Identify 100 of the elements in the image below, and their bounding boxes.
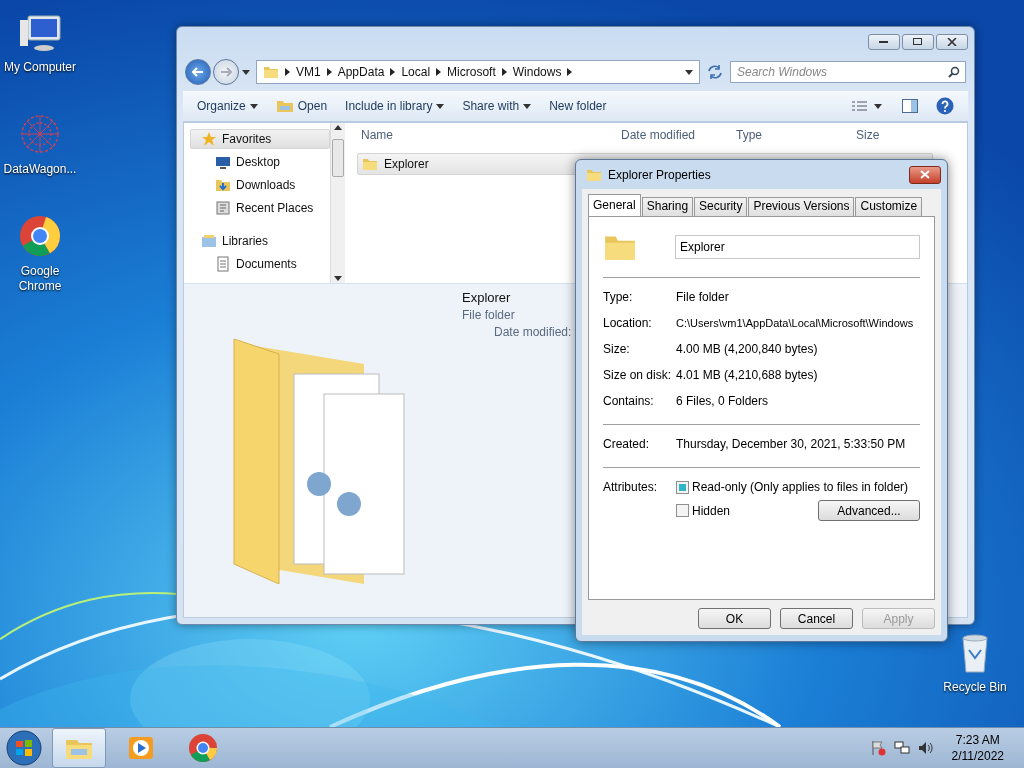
property-label: Created: (603, 437, 651, 451)
desktop-icon (215, 154, 231, 170)
date-label: Date modified: (494, 325, 572, 339)
tab[interactable]: General (588, 194, 641, 217)
caret-icon (523, 103, 532, 109)
property-label: Type: (603, 290, 634, 304)
column-header[interactable]: Date modified (621, 128, 736, 142)
close-icon (947, 38, 957, 46)
close-icon (920, 170, 930, 179)
property-value: Thursday, December 30, 2021, 5:33:50 PM (676, 437, 906, 451)
breadcrumb-item[interactable]: Microsoft (447, 65, 496, 79)
desktop-icon-label: Recycle Bin (943, 680, 1007, 695)
volume-icon[interactable] (917, 740, 934, 756)
breadcrumb-item[interactable]: VM1 (296, 65, 321, 79)
back-arrow-icon (192, 67, 204, 77)
view-options-icon[interactable] (852, 100, 884, 112)
browser-icon (187, 732, 219, 764)
search-icon[interactable] (948, 66, 960, 78)
property-value: 4.01 MB (4,210,688 bytes) (676, 368, 818, 382)
desktop-icon-label: DataWagon... (3, 162, 77, 177)
help-icon[interactable] (936, 97, 954, 115)
minimize-icon (879, 40, 889, 44)
checkbox[interactable] (676, 504, 689, 517)
checkbox-label[interactable]: Hidden (692, 503, 815, 518)
column-header[interactable]: Name (361, 128, 621, 142)
folder-icon (362, 156, 378, 172)
clock-date[interactable]: 2/11/2022 (951, 748, 1004, 764)
history-caret-icon[interactable] (242, 69, 250, 75)
close-button[interactable] (936, 34, 968, 50)
property-label: Attributes: (603, 480, 659, 494)
minimize-button[interactable] (868, 34, 900, 50)
breadcrumb-item[interactable]: Local (401, 65, 431, 79)
tab[interactable]: Sharing (641, 197, 694, 217)
recent-icon (215, 200, 231, 216)
back-button[interactable] (185, 59, 211, 85)
column-header[interactable]: Size (856, 128, 946, 142)
address-bar[interactable]: VM1 AppData Local Microsoft Windows (256, 60, 700, 84)
advanced-button[interactable]: Advanced... (818, 500, 920, 521)
separator-arrow-icon[interactable] (567, 68, 573, 76)
separator-arrow-icon[interactable] (326, 68, 332, 76)
separator-arrow-icon[interactable] (285, 68, 290, 76)
checkbox-label[interactable]: Read-only (Only applies to files in folder) (692, 480, 920, 494)
property-label: Contains: (603, 394, 655, 408)
separator-arrow-icon[interactable] (390, 68, 396, 76)
checkbox[interactable] (676, 480, 689, 494)
name-field[interactable]: Explorer (675, 235, 920, 259)
command-button[interactable]: Open (275, 99, 328, 113)
nav-item[interactable]: Favorites (190, 129, 330, 149)
property-label: Size on disk: (603, 368, 673, 382)
close-button[interactable] (909, 165, 941, 184)
nav-item[interactable]: Documents (190, 254, 330, 274)
command-button[interactable]: Organize (197, 99, 258, 113)
preview-pane-icon[interactable] (902, 99, 918, 113)
scroll-down-icon[interactable] (334, 276, 342, 281)
forward-arrow-icon (220, 67, 232, 77)
downloads-icon (215, 177, 231, 193)
scroll-thumb[interactable] (332, 139, 344, 177)
command-button[interactable]: New folder (549, 99, 607, 113)
column-header[interactable]: Type (736, 128, 856, 142)
folder-icon (275, 99, 294, 113)
desktop-icon-label: My Computer (4, 60, 76, 75)
caret-icon (249, 103, 258, 109)
dialog-button[interactable]: Cancel (780, 608, 853, 629)
taskbar-button[interactable] (52, 728, 106, 768)
nav-item[interactable]: Downloads (190, 175, 330, 195)
separator-arrow-icon[interactable] (501, 68, 507, 76)
file-name: Explorer (462, 290, 512, 305)
star-icon (201, 131, 217, 147)
breadcrumb-item[interactable]: AppData (337, 65, 385, 79)
command-button[interactable]: Include in library (345, 99, 445, 113)
property-value: C:\Users\vm1\AppData\Local\Microsoft\Windows (676, 317, 914, 329)
tab[interactable]: Customize (855, 197, 923, 217)
caret-icon[interactable] (685, 69, 693, 75)
search-field[interactable]: Search Windows (730, 61, 966, 83)
scrollbar[interactable] (330, 123, 345, 283)
flag-icon[interactable] (869, 740, 886, 756)
refresh-icon[interactable] (706, 64, 724, 80)
maximize-icon (913, 38, 923, 46)
command-button[interactable]: Share with (462, 99, 532, 113)
start-button[interactable] (4, 729, 44, 767)
network-icon[interactable] (893, 740, 910, 756)
tab[interactable]: Previous Versions (748, 197, 855, 217)
file-type: File folder (462, 308, 516, 322)
library-icon (201, 233, 217, 249)
property-label: Location: (603, 316, 653, 330)
breadcrumb-item[interactable]: Windows (512, 65, 562, 79)
separator-arrow-icon[interactable] (436, 68, 442, 76)
dialog-button[interactable]: OK (698, 608, 771, 629)
clock-time[interactable]: 7:23 AM (955, 732, 1000, 748)
nav-item[interactable]: Libraries (190, 231, 330, 251)
nav-item[interactable]: Desktop (190, 152, 330, 172)
maximize-button[interactable] (902, 34, 934, 50)
nav-item[interactable]: Recent Places (190, 198, 330, 218)
folder-icon (263, 64, 279, 80)
scroll-up-icon[interactable] (334, 125, 342, 130)
property-value: 4.00 MB (4,200,840 bytes) (676, 342, 818, 356)
property-value: File folder (676, 290, 729, 304)
tab[interactable]: Security (694, 197, 748, 217)
property-label: Size: (603, 342, 631, 356)
documents-icon (215, 256, 231, 272)
